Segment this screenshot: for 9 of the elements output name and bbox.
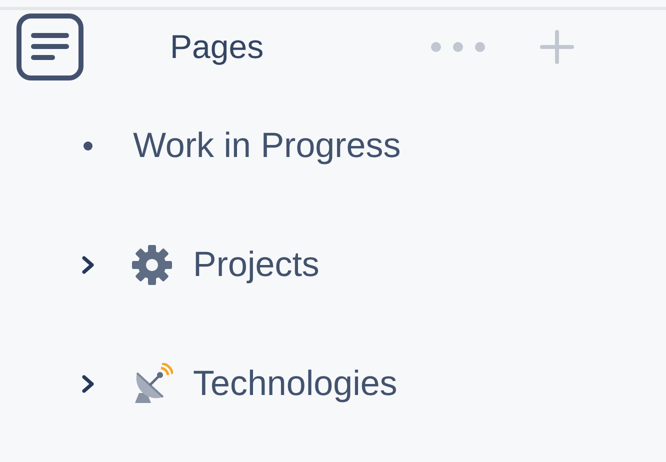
sidebar-title: Pages	[170, 28, 264, 66]
page-item[interactable]: Technologies	[193, 364, 398, 404]
gear-icon	[131, 244, 173, 286]
chevron-icon[interactable]	[80, 374, 96, 394]
page-item[interactable]: Work in Progress	[133, 126, 401, 166]
bullet-icon	[83, 140, 93, 150]
document-icon[interactable]	[16, 13, 84, 81]
page-item[interactable]: Projects	[193, 244, 320, 284]
chevron-icon[interactable]	[80, 254, 96, 274]
